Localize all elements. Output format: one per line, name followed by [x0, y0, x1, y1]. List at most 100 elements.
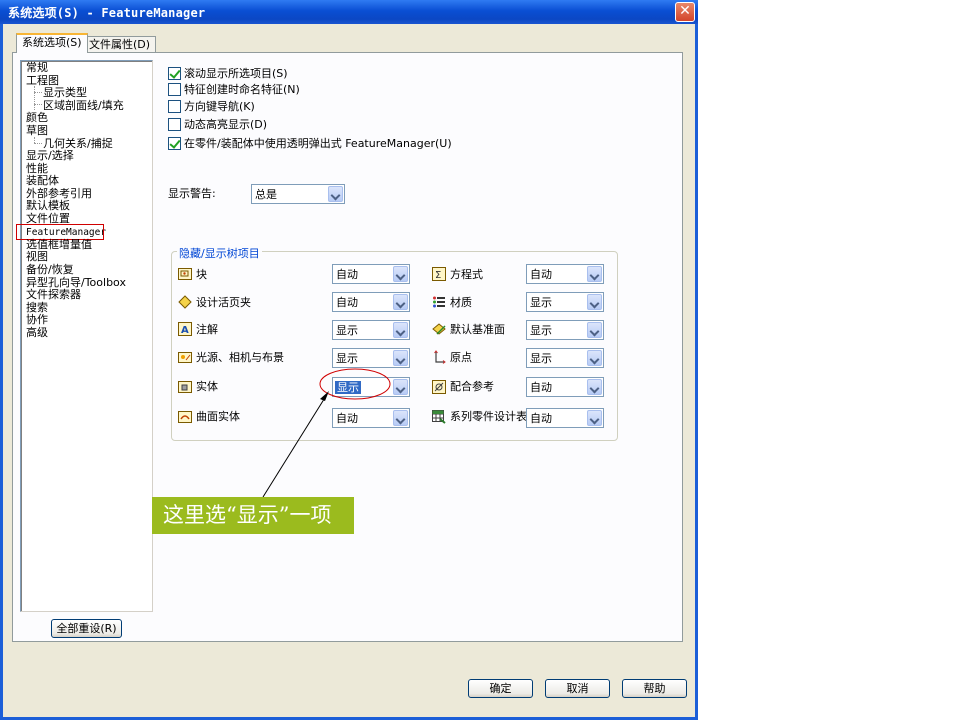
checkbox-box[interactable] — [168, 117, 181, 131]
select-lights-cameras[interactable]: 显示 — [332, 348, 410, 368]
checkbox-label: 特征创建时命名特征(N) — [184, 83, 300, 96]
row-label-block: 块 — [196, 268, 207, 281]
help-button[interactable]: 帮助 — [622, 679, 687, 698]
select-mate-references[interactable]: 自动 — [526, 377, 604, 397]
tree-item-general[interactable]: 常规 — [26, 62, 48, 74]
chevron-down-icon[interactable] — [328, 186, 343, 202]
select-value: 自动 — [530, 268, 552, 281]
row-label-default-planes: 默认基准面 — [450, 323, 505, 336]
checkbox-scroll-selected[interactable]: 滚动显示所选项目(S) — [168, 66, 288, 80]
close-button[interactable]: ✕ — [675, 2, 695, 22]
chevron-down-icon[interactable] — [587, 410, 602, 426]
select-value: 自动 — [530, 381, 552, 394]
row-label-equations: 方程式 — [450, 268, 483, 281]
checkbox-box[interactable] — [168, 82, 181, 96]
select-value: 显示 — [336, 324, 358, 337]
equation-icon: Σ — [432, 267, 446, 281]
select-default-planes[interactable]: 显示 — [526, 320, 604, 340]
checkbox-dynamic-highlight[interactable]: 动态高亮显示(D) — [168, 117, 267, 131]
select-value: 自动 — [336, 268, 358, 281]
checkbox-arrow-key-navigation[interactable]: 方向键导航(K) — [168, 99, 255, 113]
cancel-button[interactable]: 取消 — [545, 679, 610, 698]
select-value: 显示 — [530, 324, 552, 337]
default-plane-icon — [432, 323, 446, 335]
tree-item-backup-recover[interactable]: 备份/恢复 — [26, 264, 74, 276]
chevron-down-icon[interactable] — [393, 410, 408, 426]
checkbox-box[interactable] — [168, 99, 181, 113]
checkbox-box[interactable] — [168, 136, 181, 150]
tree-item-assemblies[interactable]: 装配体 — [26, 175, 59, 187]
chevron-down-icon[interactable] — [393, 379, 408, 395]
checkbox-label: 在零件/装配体中使用透明弹出式 FeatureManager(U) — [184, 137, 452, 150]
ok-button[interactable]: 确定 — [468, 679, 533, 698]
chevron-down-icon[interactable] — [587, 322, 602, 338]
checkbox-label: 滚动显示所选项目(S) — [184, 67, 288, 80]
group-title: 隐藏/显示树项目 — [177, 245, 262, 261]
select-design-table[interactable]: 自动 — [526, 408, 604, 428]
select-surface-bodies[interactable]: 自动 — [332, 408, 410, 428]
tree-item-advanced[interactable]: 高级 — [26, 327, 48, 339]
warning-select[interactable]: 总是 — [251, 184, 345, 204]
surface-body-icon — [178, 411, 192, 423]
select-origin[interactable]: 显示 — [526, 348, 604, 368]
select-value: 自动 — [336, 412, 358, 425]
material-icon — [433, 296, 445, 308]
reset-all-button[interactable]: 全部重设(R) — [51, 619, 122, 638]
row-label-design-table: 系列零件设计表 — [450, 410, 527, 423]
annotation-icon: A — [178, 322, 192, 336]
window-title: 系统选项(S) - FeatureManager — [8, 6, 206, 20]
design-binder-icon — [178, 295, 192, 309]
row-label-origin: 原点 — [450, 351, 472, 364]
select-solid-bodies[interactable]: 显示 — [332, 377, 410, 397]
checkbox-label: 方向键导航(K) — [184, 100, 255, 113]
select-annotations[interactable]: 显示 — [332, 320, 410, 340]
chevron-down-icon[interactable] — [587, 350, 602, 366]
chevron-down-icon[interactable] — [393, 322, 408, 338]
select-value: 显示 — [335, 381, 361, 394]
solid-body-icon — [178, 381, 192, 393]
select-value: 自动 — [336, 296, 358, 309]
svg-text:Σ: Σ — [435, 270, 441, 281]
row-label-lights-cameras: 光源、相机与布景 — [196, 351, 284, 364]
tree-item-collaboration[interactable]: 协作 — [26, 314, 48, 326]
tree-item-display-type[interactable]: 显示类型 — [43, 87, 87, 99]
chevron-down-icon[interactable] — [393, 350, 408, 366]
tree-item-area-hatch[interactable]: 区域剖面线/填充 — [43, 100, 124, 112]
chevron-down-icon[interactable] — [587, 379, 602, 395]
svg-text:A: A — [181, 325, 189, 336]
checkbox-transparent-flyout[interactable]: 在零件/装配体中使用透明弹出式 FeatureManager(U) — [168, 136, 452, 150]
chevron-down-icon[interactable] — [587, 294, 602, 310]
origin-icon — [434, 350, 446, 364]
tree-item-view[interactable]: 视图 — [26, 251, 48, 263]
row-label-design-binder: 设计活页夹 — [196, 296, 251, 309]
checkbox-label: 动态高亮显示(D) — [184, 118, 268, 131]
select-material[interactable]: 显示 — [526, 292, 604, 312]
warning-label: 显示警告: — [168, 187, 216, 200]
select-design-binder[interactable]: 自动 — [332, 292, 410, 312]
tree-item-colors[interactable]: 颜色 — [26, 112, 48, 124]
select-equations[interactable]: 自动 — [526, 264, 604, 284]
row-label-mate-references: 配合参考 — [450, 380, 494, 393]
tree-connector — [34, 143, 42, 144]
checkbox-box[interactable] — [168, 66, 181, 80]
tree-connector — [34, 86, 35, 110]
tree-item-file-explorer[interactable]: 文件探索器 — [26, 289, 81, 301]
design-table-icon — [432, 410, 446, 424]
title-bar: 系统选项(S) - FeatureManager ✕ — [0, 0, 698, 24]
select-block[interactable]: 自动 — [332, 264, 410, 284]
checkbox-name-on-creation[interactable]: 特征创建时命名特征(N) — [168, 82, 300, 96]
tab-system-options[interactable]: 系统选项(S) — [16, 33, 88, 53]
chevron-down-icon[interactable] — [587, 266, 602, 282]
callout-note: 这里选“显示”一项 — [152, 497, 354, 534]
tree-item-sketch[interactable]: 草图 — [26, 125, 48, 137]
select-value: 显示 — [530, 296, 552, 309]
tree-connector — [34, 92, 42, 93]
chevron-down-icon[interactable] — [393, 266, 408, 282]
chevron-down-icon[interactable] — [393, 294, 408, 310]
tree-item-display-selection[interactable]: 显示/选择 — [26, 150, 74, 162]
tree-item-default-templates[interactable]: 默认模板 — [26, 200, 70, 212]
select-value: 显示 — [336, 352, 358, 365]
tree-connector — [34, 104, 42, 105]
mate-reference-icon — [432, 380, 446, 394]
select-value: 总是 — [255, 188, 277, 201]
